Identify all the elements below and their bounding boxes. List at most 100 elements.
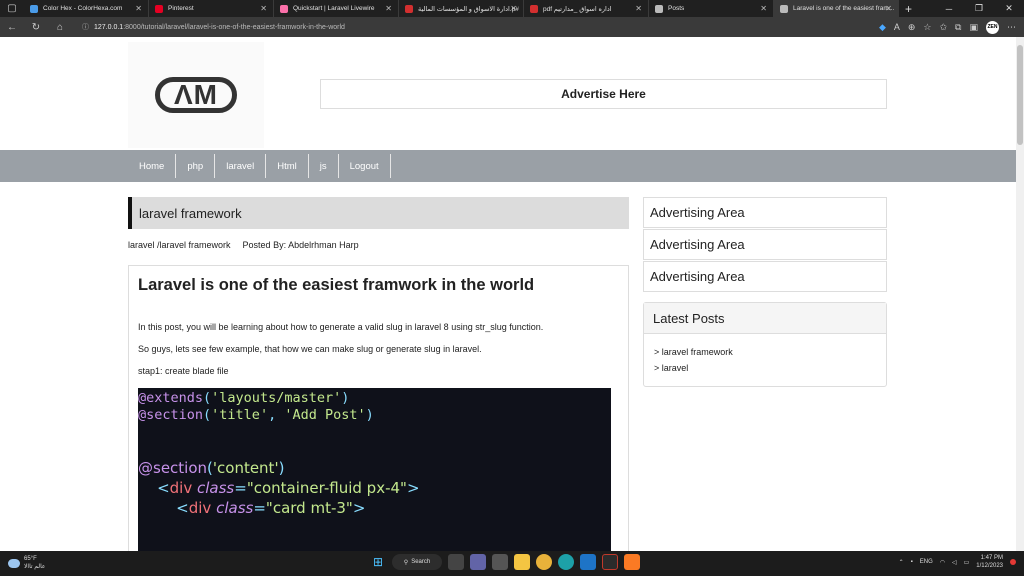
nav-php[interactable]: php — [176, 154, 216, 178]
nav-html[interactable]: Html — [266, 154, 309, 178]
language-indicator[interactable]: ENG — [920, 559, 933, 565]
date: 1/12/2023 — [976, 563, 1003, 569]
breadcrumb[interactable]: laravel /laravel framework — [128, 240, 231, 250]
tray-app-icon[interactable]: ▪ — [911, 559, 913, 565]
close-tab-icon[interactable]: ✕ — [135, 4, 142, 13]
weather-widget[interactable]: 65°F عالم تاالا — [8, 555, 45, 571]
edge-icon[interactable] — [558, 554, 574, 570]
file-explorer-icon[interactable] — [514, 554, 530, 570]
browser-tab[interactable]: ادارة الاسواق و المؤسسات المالية.p# ✕ — [399, 0, 524, 17]
tab-title: Laravel is one of the easiest fram... — [793, 5, 895, 12]
browser-tab[interactable]: Quickstart | Laravel Livewire ✕ — [274, 0, 399, 17]
toolbar-icons: ◆ A ⊕ ☆ ✩ ⧉ ▣ ZEN ⋯ — [879, 20, 1024, 34]
close-tab-icon[interactable]: ✕ — [510, 4, 517, 13]
chat-icon[interactable] — [470, 554, 486, 570]
latest-posts-card: Latest Posts > laravel framework > larav… — [643, 302, 887, 387]
advertising-area[interactable]: Advertising Area — [643, 197, 887, 228]
logo-container[interactable]: ΛM — [128, 42, 264, 148]
new-tab-icon[interactable]: + — [899, 2, 918, 16]
sidebar-icon[interactable]: ▣ — [969, 22, 978, 33]
wifi-icon[interactable]: ◠ — [940, 559, 945, 566]
windows-start-icon[interactable]: ⊞ — [370, 554, 386, 570]
url-host: 127.0.0.1 — [94, 23, 124, 31]
pdf-favicon-icon — [530, 4, 538, 13]
post-author: Posted By: Abdelrhman Harp — [242, 240, 359, 250]
app-icon[interactable] — [602, 554, 618, 570]
reload-icon[interactable]: ↻ — [24, 22, 48, 33]
pinterest-favicon-icon — [155, 4, 163, 13]
latest-post-link[interactable]: > laravel framework — [654, 344, 876, 360]
advertise-banner[interactable]: Advertise Here — [320, 79, 887, 109]
browser-tab[interactable]: Color Hex - ColorHexa.com ✕ — [24, 0, 149, 17]
profile-avatar[interactable]: ZEN — [986, 20, 999, 34]
weather-icon — [8, 558, 20, 568]
code-line: @section('title', 'Add Post') — [138, 407, 374, 423]
close-window-icon[interactable]: ✕ — [994, 0, 1024, 17]
more-icon[interactable]: ⋯ — [1007, 22, 1016, 33]
favorites-icon[interactable]: ✩ — [940, 22, 948, 33]
close-tab-icon[interactable]: ✕ — [760, 4, 767, 13]
nav-logout[interactable]: Logout — [339, 154, 391, 178]
advertising-area[interactable]: Advertising Area — [643, 229, 887, 260]
vscode-icon[interactable] — [580, 554, 596, 570]
nav-menu: Home php laravel Html js Logout — [128, 154, 391, 178]
browser-tab[interactable]: Posts ✕ — [649, 0, 774, 17]
latest-post-link[interactable]: > laravel — [654, 360, 876, 376]
nav-home[interactable]: Home — [128, 154, 177, 178]
tab-title: pdf اداره اسواق _مدارتيم — [543, 5, 612, 13]
minimize-icon[interactable]: ─ — [934, 0, 964, 17]
close-tab-icon[interactable]: ✕ — [635, 4, 642, 13]
time: 1:47 PM — [980, 555, 1003, 561]
chrome-icon[interactable] — [536, 554, 552, 570]
site-logo: ΛM — [155, 77, 237, 113]
browser-tab[interactable]: pdf اداره اسواق _مدارتيم ✕ — [524, 0, 649, 17]
site-header: ΛM Advertise Here — [0, 37, 1016, 150]
back-icon[interactable]: ← — [0, 22, 24, 33]
tray-chevron-icon[interactable]: ⌃ — [899, 559, 904, 566]
zoom-icon[interactable]: ⊕ — [908, 22, 916, 33]
tab-title: ادارة الاسواق و المؤسسات المالية.p# — [418, 5, 519, 13]
star-icon[interactable]: ☆ — [923, 22, 931, 33]
latest-posts-list: > laravel framework > laravel — [644, 334, 886, 386]
nav-js[interactable]: js — [309, 154, 339, 178]
page-scrollbar[interactable] — [1016, 37, 1024, 551]
page-favicon-icon — [780, 4, 788, 13]
taskbar-apps: ⊞ ⚲ Search — [370, 554, 640, 570]
page-favicon-icon — [655, 4, 663, 13]
post-meta: laravel /laravel framework Posted By: Ab… — [128, 240, 359, 250]
tab-actions-icon[interactable]: ▢ — [0, 0, 24, 17]
info-icon: ⓘ — [82, 24, 89, 31]
colorhexa-favicon-icon — [30, 4, 38, 13]
close-tab-icon[interactable]: ✕ — [260, 4, 267, 13]
page-viewport: ΛM Advertise Here Home php laravel Html … — [0, 37, 1016, 551]
taskbar-search[interactable]: ⚲ Search — [392, 554, 442, 570]
task-view-icon[interactable] — [448, 554, 464, 570]
tab-title: Posts — [668, 5, 685, 12]
post-title: Laravel is one of the easiest framwork i… — [138, 276, 535, 294]
nav-laravel[interactable]: laravel — [215, 154, 267, 178]
browser-tab-active[interactable]: Laravel is one of the easiest fram... ✕ — [774, 0, 899, 17]
battery-icon[interactable]: ▭ — [964, 559, 970, 566]
collections-icon[interactable]: ⧉ — [955, 22, 961, 33]
maximize-icon[interactable]: ❐ — [964, 0, 994, 17]
read-aloud-icon[interactable]: A — [894, 22, 900, 32]
notification-badge[interactable] — [1010, 559, 1016, 565]
scrollbar-thumb[interactable] — [1017, 45, 1023, 145]
latest-posts-heading: Latest Posts — [644, 303, 886, 334]
advertising-area[interactable]: Advertising Area — [643, 261, 887, 292]
temperature: 65°F — [24, 556, 37, 562]
xampp-icon[interactable] — [624, 554, 640, 570]
home-icon[interactable]: ⌂ — [48, 22, 72, 33]
category-heading: laravel framework — [128, 197, 629, 229]
volume-icon[interactable]: ◁ — [952, 559, 957, 566]
url-field[interactable]: ⓘ 127.0.0.1:8000/tutorial/laravel/larave… — [82, 20, 834, 34]
close-tab-icon[interactable]: ✕ — [885, 4, 892, 13]
pdf-favicon-icon — [405, 4, 413, 13]
widgets-icon[interactable] — [492, 554, 508, 570]
close-tab-icon[interactable]: ✕ — [385, 4, 392, 13]
browser-tab[interactable]: Pinterest ✕ — [149, 0, 274, 17]
shield-icon[interactable]: ◆ — [879, 22, 886, 33]
clock[interactable]: 1:47 PM 1/12/2023 — [976, 554, 1003, 570]
